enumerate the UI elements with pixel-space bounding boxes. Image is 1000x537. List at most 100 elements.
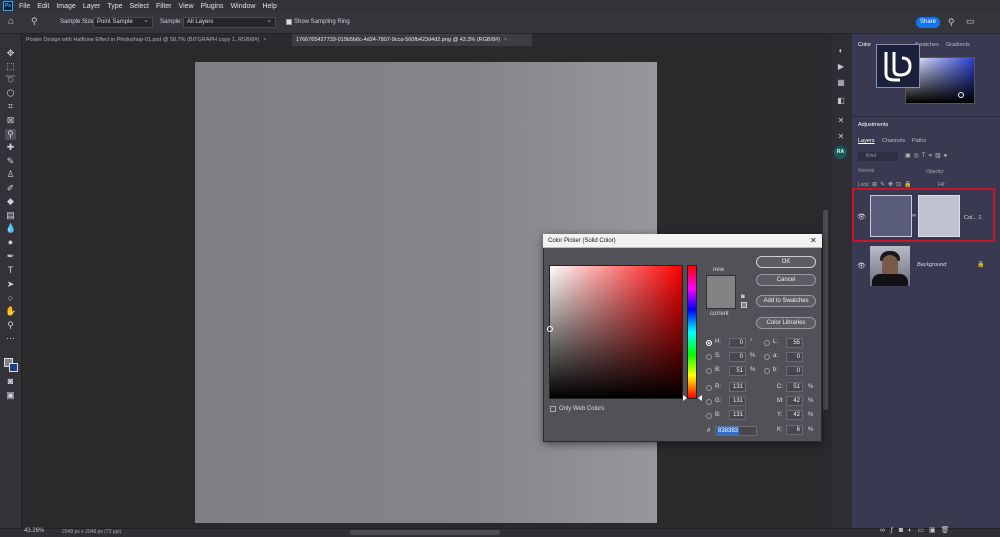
close-icon[interactable]: ✕	[810, 236, 817, 245]
dodge-tool-icon[interactable]: ●	[5, 237, 16, 248]
more-tools-icon[interactable]: ⋯	[5, 333, 16, 344]
radio-b[interactable]	[706, 368, 712, 374]
menu-help[interactable]: Help	[262, 3, 276, 10]
tools-panel-icon[interactable]: ✕	[836, 116, 846, 126]
move-tool-icon[interactable]: ✥	[5, 48, 16, 59]
menu-window[interactable]: Window	[231, 3, 256, 10]
radio-s[interactable]	[706, 354, 712, 360]
field-lab-b[interactable]: 0	[786, 366, 803, 376]
eyedropper-tool-icon[interactable]: ⚲	[31, 16, 38, 27]
type-tool-icon[interactable]: T	[5, 265, 16, 276]
photoshop-logo[interactable]: Ps	[3, 1, 13, 11]
tab-channels[interactable]: Channels	[882, 138, 905, 144]
field-a[interactable]: 0	[786, 352, 803, 362]
stamp-tool-icon[interactable]: ♙	[5, 169, 16, 180]
eraser-tool-icon[interactable]: ◆	[5, 196, 16, 207]
color-spectrum-marker[interactable]	[958, 92, 964, 98]
radio-l[interactable]	[764, 340, 770, 346]
field-r[interactable]: 131	[729, 382, 746, 392]
field-blue[interactable]: 131	[729, 410, 746, 420]
menu-filter[interactable]: Filter	[156, 3, 172, 10]
add-to-swatches-button[interactable]: Add to Swatches	[756, 295, 816, 307]
pen-tool-icon[interactable]: ✒	[5, 251, 16, 262]
layer-mask-thumbnail[interactable]	[918, 195, 960, 237]
home-icon[interactable]: ⌂	[8, 16, 14, 27]
swatches-icon[interactable]: ▦	[836, 78, 846, 88]
menu-edit[interactable]: Edit	[37, 3, 49, 10]
tab-gradients[interactable]: Gradients	[946, 42, 970, 48]
screen-mode-icon[interactable]: ▣	[5, 390, 16, 401]
color-panel-icon[interactable]: ◐	[836, 46, 846, 56]
adjustments-title[interactable]: Adjustments	[858, 122, 888, 128]
blend-mode-select[interactable]: Normal	[858, 167, 898, 176]
web-safe-color-icon[interactable]	[741, 302, 747, 308]
hand-tool-icon[interactable]: ✋	[5, 306, 16, 317]
saturation-brightness-field[interactable]	[549, 265, 683, 399]
tab-png-image[interactable]: 1766765427739-019b5b6c-4d24-7807-9cca-56…	[292, 34, 532, 46]
menu-image[interactable]: Image	[56, 3, 75, 10]
hue-slider-handle-left[interactable]	[683, 395, 687, 401]
out-of-gamut-icon[interactable]: ◙	[741, 294, 745, 300]
layer-name[interactable]: Col... 1	[964, 215, 981, 221]
radio-h[interactable]	[706, 340, 712, 346]
ellipse-tool-icon[interactable]: ○	[5, 293, 16, 304]
close-icon[interactable]: ×	[263, 37, 266, 43]
layer-actions-bar[interactable]: ∞ƒ◙◐▭▣🗑	[880, 526, 954, 534]
color-libraries-button[interactable]: Color Libraries	[756, 317, 816, 329]
radio-a[interactable]	[764, 354, 770, 360]
sample-size-select[interactable]: Point Sample	[93, 16, 153, 28]
ra-plugin-icon[interactable]: RA	[834, 146, 847, 159]
share-button[interactable]: Share	[916, 17, 940, 28]
radio-r[interactable]	[706, 385, 712, 391]
frame-tool-icon[interactable]: ⊠	[5, 115, 16, 126]
color-field-marker[interactable]	[547, 326, 553, 332]
sample-select[interactable]: All Layers	[183, 16, 276, 28]
visibility-eye-icon[interactable]: 👁	[857, 262, 866, 270]
visibility-eye-icon[interactable]: 👁	[857, 213, 866, 221]
hue-slider[interactable]	[687, 265, 697, 399]
field-k[interactable]: 6	[786, 425, 803, 435]
close-icon[interactable]: ×	[504, 37, 507, 43]
blur-tool-icon[interactable]: 💧	[5, 223, 16, 234]
link-icon[interactable]: ∞	[912, 213, 916, 219]
character-icon[interactable]: ✕	[836, 132, 846, 142]
lock-icons[interactable]: ⊞✎✥⊡🔒	[872, 181, 915, 188]
radio-blue[interactable]	[706, 413, 712, 419]
hex-value[interactable]: 838383	[717, 427, 740, 435]
crop-tool-icon[interactable]: ⌗	[5, 101, 16, 112]
marquee-tool-icon[interactable]: ⬚	[5, 61, 16, 72]
tab-layers[interactable]: Layers	[858, 138, 875, 144]
field-g[interactable]: 131	[729, 396, 746, 406]
background-color-swatch[interactable]	[9, 363, 18, 372]
menu-plugins[interactable]: Plugins	[201, 3, 224, 10]
properties-icon[interactable]: ▶	[836, 62, 846, 72]
tab-poster-design[interactable]: Poster Design with Halftone Effect in Ph…	[22, 34, 292, 46]
zoom-tool-icon[interactable]: ⚲	[5, 320, 16, 331]
cancel-button[interactable]: Cancel	[756, 274, 816, 286]
document-info[interactable]: 2048 px x 2048 px (72 ppi)	[62, 529, 121, 535]
tab-paths[interactable]: Paths	[912, 138, 926, 144]
field-h[interactable]: 0	[729, 338, 746, 348]
healing-brush-icon[interactable]: ✚	[5, 142, 16, 153]
history-brush-icon[interactable]: ✐	[5, 183, 16, 194]
field-y[interactable]: 42	[786, 410, 803, 420]
layer-name-background[interactable]: Background	[917, 262, 946, 268]
workspace-icon[interactable]: ▭	[966, 16, 975, 27]
hue-slider-handle-right[interactable]	[698, 395, 702, 401]
menu-file[interactable]: File	[19, 3, 30, 10]
adjustments-icon[interactable]: ◧	[836, 96, 846, 106]
object-select-icon[interactable]: ⬡	[5, 88, 16, 99]
lasso-tool-icon[interactable]: ➰	[5, 74, 16, 85]
radio-g[interactable]	[706, 399, 712, 405]
gradient-tool-icon[interactable]: ▤	[5, 210, 16, 221]
field-b[interactable]: 51	[729, 366, 746, 376]
eyedropper-icon[interactable]: ⚲	[5, 129, 16, 140]
path-select-icon[interactable]: ➤	[5, 279, 16, 290]
menu-view[interactable]: View	[179, 3, 194, 10]
layer-filter-kind[interactable]: Kind	[858, 152, 898, 161]
radio-lab-b[interactable]	[764, 368, 770, 374]
field-l[interactable]: 55	[786, 338, 803, 348]
menu-layer[interactable]: Layer	[83, 3, 101, 10]
quick-mask-icon[interactable]: ◙	[5, 376, 16, 387]
show-sampling-ring-checkbox[interactable]	[286, 19, 292, 25]
